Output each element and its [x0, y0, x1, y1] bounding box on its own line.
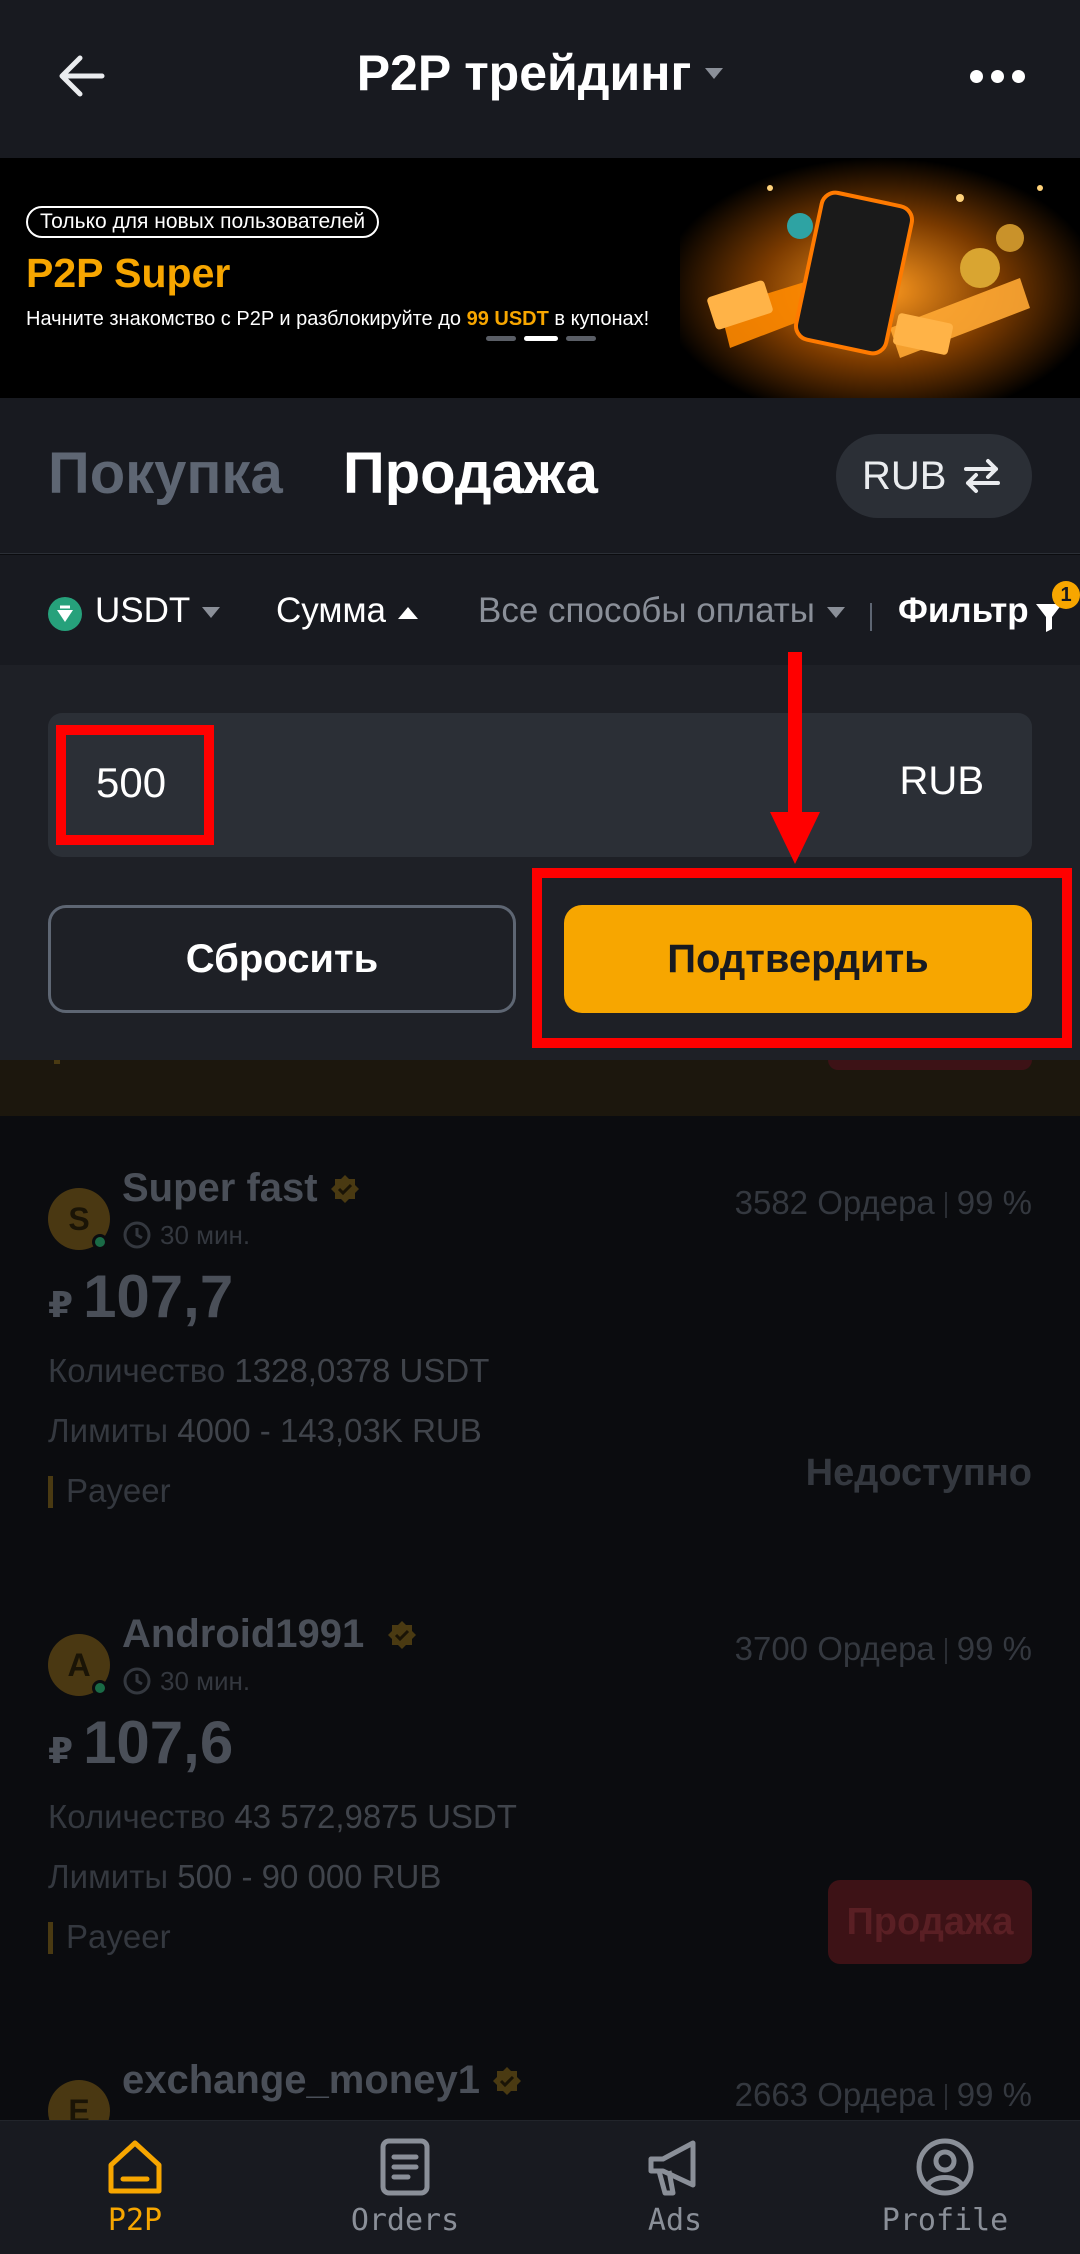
nav-p2p[interactable]: P2P [0, 2121, 270, 2254]
merchant-name[interactable]: Android1991 [122, 1612, 364, 1657]
amount-currency: RUB [899, 759, 984, 803]
top-bar: P2P трейдинг [0, 0, 1080, 158]
page-title: P2P трейдинг [356, 45, 692, 101]
orders-icon [380, 2138, 430, 2196]
offer-limits: Лимиты 500 - 90 000 RUB [48, 1858, 442, 1895]
amount-filter-panel: 500 RUB Сбросить Подтвердить [0, 665, 1080, 1060]
nav-orders[interactable]: Orders [270, 2121, 540, 2254]
usdt-icon [48, 597, 82, 631]
avatar: E [48, 2080, 110, 2120]
banner-description: Начните знакомство с P2P и разблокируйте… [26, 308, 650, 330]
nav-label: P2P [107, 2203, 163, 2238]
offer-price: ₽107,7 [48, 1263, 234, 1330]
response-time: 30 мин. [160, 1666, 251, 1696]
amount-sort[interactable]: Сумма [276, 591, 418, 631]
response-time: 30 мин. [160, 1220, 251, 1250]
offer-limits: Лимиты 4000 - 143,03K RUB [48, 1412, 482, 1449]
payment-method-label: Все способы оплаты [478, 591, 815, 630]
verified-badge-icon [331, 1175, 359, 1203]
offer-card: E exchange_money1 2663 Ордера 99 % [0, 2008, 1080, 2120]
confirm-button[interactable]: Подтвердить [564, 905, 1032, 1013]
offer-quantity: Количество 43 572,9875 USDT [48, 1798, 517, 1835]
profile-icon [916, 2138, 974, 2196]
offer-quantity: Количество 1328,0378 USDT [48, 1352, 490, 1389]
fiat-currency-label: RUB [862, 454, 947, 498]
reset-button[interactable]: Сбросить [48, 905, 516, 1013]
bottom-navigation: P2P Orders Ads Profile [0, 2120, 1080, 2254]
amount-input[interactable]: 500 RUB [48, 713, 1032, 857]
fiat-currency-button[interactable]: RUB [836, 434, 1032, 518]
divider [870, 603, 872, 631]
promo-banner[interactable]: Только для новых пользователей P2P Super… [0, 158, 1080, 398]
promo-artwork-icon [680, 158, 1080, 398]
banner-title: P2P Super [26, 250, 231, 296]
tab-sell[interactable]: Продажа [343, 440, 598, 507]
filter-bar: USDT Сумма Все способы оплаты Фильтр 1 [0, 555, 1080, 665]
offer-card: S Super fast 30 мин. 3582 Ордера 99 % ₽10… [0, 1116, 1080, 1562]
coin-label: USDT [95, 591, 191, 630]
merchant-name[interactable]: Super fast [122, 1166, 318, 1211]
merchant-stats: 3582 Ордера 99 % [734, 1184, 1032, 1221]
title-dropdown[interactable]: P2P трейдинг [0, 44, 1080, 102]
merchant-stats: 3700 Ордера 99 % [734, 1630, 1032, 1667]
nav-label: Orders [350, 2203, 460, 2238]
amount-value: 500 [96, 759, 167, 806]
chevron-down-icon [202, 607, 221, 619]
verified-badge-icon [493, 2067, 521, 2095]
merchant-stats: 2663 Ордера 99 % [734, 2076, 1032, 2113]
filter-button[interactable]: Фильтр [898, 591, 1029, 631]
amount-sort-label: Сумма [276, 591, 386, 630]
nav-ads[interactable]: Ads [540, 2121, 810, 2254]
online-status-dot [92, 1234, 108, 1250]
more-icon[interactable] [968, 66, 1028, 86]
megaphone-icon [648, 2140, 696, 2196]
chevron-up-icon [397, 606, 418, 619]
chevron-down-icon [826, 607, 845, 619]
unavailable-label: Недоступно [805, 1452, 1032, 1494]
offer-card: A Android1991 30 мин. 3700 Ордера 99 % ₽1… [0, 1562, 1080, 2008]
swap-icon [964, 459, 1000, 493]
banner-chip: Только для новых пользователей [26, 206, 380, 238]
tab-buy[interactable]: Покупка [48, 440, 283, 507]
filter-count-badge: 1 [1052, 581, 1080, 609]
nav-label: Profile [881, 2203, 1009, 2238]
payment-method-tag: Payeer [48, 1472, 171, 1510]
sell-button[interactable]: Продажа [828, 1880, 1032, 1964]
nav-profile[interactable]: Profile [810, 2121, 1080, 2254]
payment-method-selector[interactable]: Все способы оплаты [478, 591, 845, 631]
offer-price: ₽107,6 [48, 1709, 234, 1776]
verified-badge-icon [388, 1621, 416, 1649]
nav-label: Ads [647, 2203, 703, 2238]
payment-method-tag: Payeer [48, 1918, 171, 1956]
clock-icon [123, 1667, 151, 1695]
clock-icon [123, 1221, 151, 1249]
chevron-down-icon [705, 67, 724, 79]
online-status-dot [92, 1680, 108, 1696]
trade-tabs: Покупка Продажа RUB [0, 398, 1080, 554]
home-icon [108, 2140, 162, 2194]
banner-pagination [486, 336, 596, 342]
merchant-name[interactable]: exchange_money1 [122, 2058, 480, 2103]
coin-selector[interactable]: USDT [95, 591, 221, 631]
